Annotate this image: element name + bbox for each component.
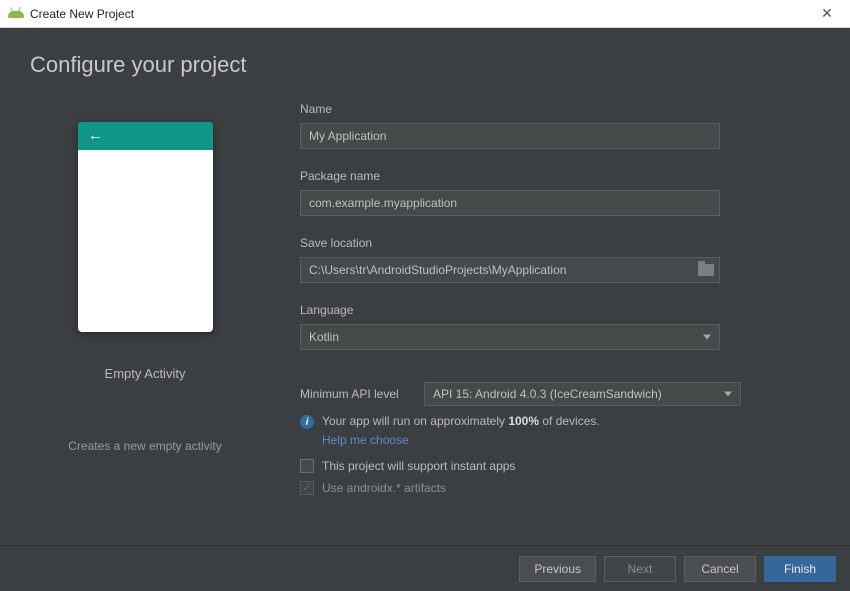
language-label: Language [300, 303, 820, 317]
language-select[interactable]: Kotlin [300, 324, 720, 350]
name-input[interactable] [300, 123, 720, 149]
cancel-button[interactable]: Cancel [684, 556, 756, 582]
page-title: Configure your project [30, 52, 820, 78]
api-label: Minimum API level [300, 387, 412, 401]
help-me-choose-link[interactable]: Help me choose [322, 433, 409, 447]
name-label: Name [300, 102, 820, 116]
package-label: Package name [300, 169, 820, 183]
next-button: Next [604, 556, 676, 582]
location-label: Save location [300, 236, 820, 250]
finish-button[interactable]: Finish [764, 556, 836, 582]
window-title: Create New Project [30, 7, 134, 21]
phone-appbar: ← [78, 122, 213, 150]
package-input[interactable] [300, 190, 720, 216]
location-input[interactable] [300, 257, 720, 283]
info-icon: i [300, 415, 314, 429]
dialog-content: Configure your project ← Empty Activity … [0, 28, 850, 545]
api-select[interactable]: API 15: Android 4.0.3 (IceCreamSandwich) [424, 382, 741, 406]
androidx-label: Use androidx.* artifacts [322, 481, 446, 495]
close-icon[interactable]: ✕ [812, 5, 842, 22]
api-info-text: Your app will run on approximately 100% … [322, 414, 600, 428]
chevron-down-icon [703, 335, 711, 340]
preview-pane: ← Empty Activity Creates a new empty act… [30, 102, 260, 495]
instant-apps-label: This project will support instant apps [322, 459, 515, 473]
activity-template-desc: Creates a new empty activity [68, 439, 221, 453]
chevron-down-icon [724, 392, 732, 397]
language-value: Kotlin [309, 330, 339, 344]
instant-apps-checkbox[interactable] [300, 459, 314, 473]
phone-preview: ← [78, 122, 213, 332]
api-value: API 15: Android 4.0.3 (IceCreamSandwich) [433, 387, 662, 401]
activity-template-title: Empty Activity [105, 366, 186, 381]
form-pane: Name Package name Save location Language… [300, 102, 820, 495]
androidx-checkbox [300, 481, 314, 495]
api-info-row: i Your app will run on approximately 100… [300, 414, 820, 429]
titlebar: Create New Project ✕ [0, 0, 850, 28]
browse-folder-icon[interactable] [698, 264, 714, 276]
back-arrow-icon: ← [88, 127, 104, 145]
dialog-footer: Previous Next Cancel Finish [0, 545, 850, 591]
previous-button[interactable]: Previous [519, 556, 596, 582]
android-icon [8, 6, 24, 22]
